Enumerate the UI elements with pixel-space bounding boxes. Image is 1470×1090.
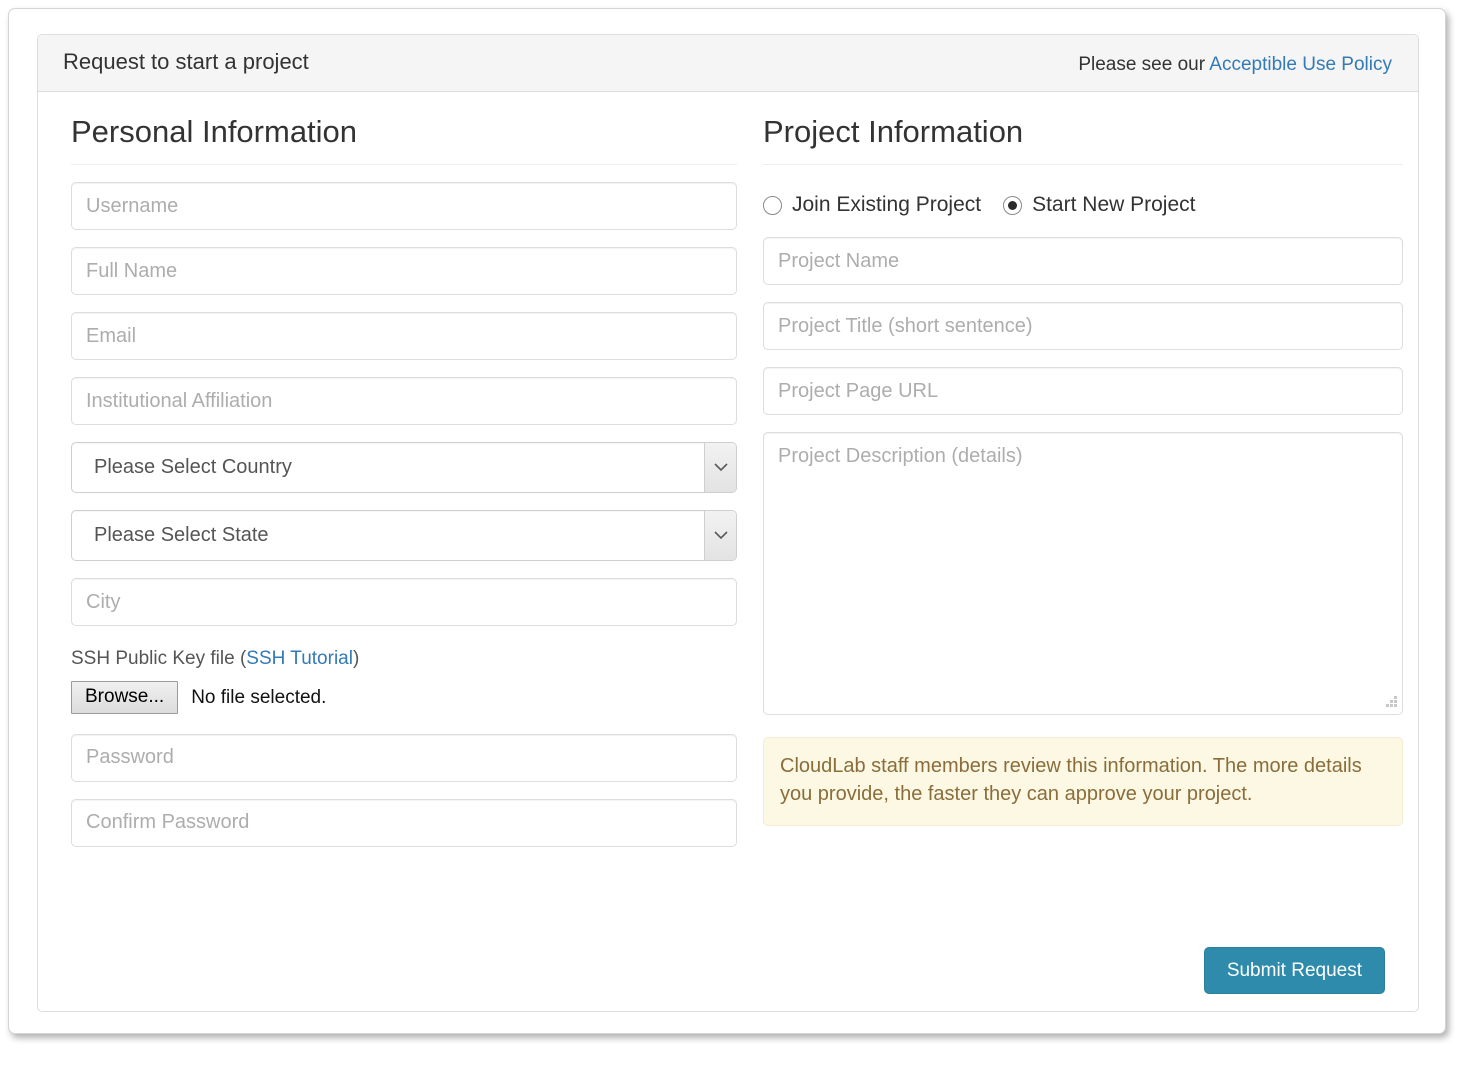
panel-heading: Request to start a project Please see ou… [38,35,1418,92]
radio-join-existing-project-label: Join Existing Project [792,193,982,217]
confirm-password-field-wrap [64,798,744,847]
acceptable-use-policy-link[interactable]: Acceptible Use Policy [1209,54,1392,75]
radio-checked-icon[interactable] [1003,195,1023,215]
project-page-url-input[interactable] [763,367,1403,416]
file-selected-status: No file selected. [191,686,327,708]
project-description-wrap [756,432,1410,716]
chevron-down-icon[interactable] [704,511,736,561]
radio-start-new-project[interactable]: Start New Project [1003,193,1195,217]
country-select-wrap: Please Select Country [64,442,744,494]
institutional-affiliation-input[interactable] [71,377,737,426]
state-select-wrap: Please Select State [64,510,744,562]
personal-information-heading: Personal Information [71,114,358,149]
browse-button[interactable]: Browse... [71,681,179,714]
submit-request-wrap: Submit Request [1203,947,1385,994]
project-name-input[interactable] [763,237,1403,286]
country-select-value: Please Select Country [94,456,292,479]
state-select-value: Please Select State [94,524,269,547]
acceptable-use-note-prefix: Please see our [1078,54,1210,75]
page-title: Request to start a project [63,49,309,74]
ssh-tutorial-link[interactable]: SSH Tutorial [246,648,353,669]
email-input[interactable] [71,312,737,361]
username-field-wrap [64,182,744,231]
request-project-panel: Request to start a project Please see ou… [37,34,1419,1012]
browser-page-frame: Request to start a project Please see ou… [8,8,1446,1034]
password-field-wrap [64,733,744,782]
project-information-heading: Project Information [763,114,1024,149]
full-name-input[interactable] [71,247,737,296]
staff-review-alert-wrap: CloudLab staff members review this infor… [756,737,1410,826]
project-information-column: Project Information Join Existing Projec… [756,92,1410,826]
project-title-input[interactable] [763,302,1403,351]
radio-join-existing-project[interactable]: Join Existing Project [763,193,981,217]
affiliation-field-wrap [64,377,744,426]
radio-start-new-project-label: Start New Project [1032,193,1196,217]
personal-section-divider [71,164,737,166]
city-field-wrap [64,578,744,627]
project-section-divider [763,164,1403,166]
project-url-field-wrap [756,367,1410,416]
ssh-label-suffix: ) [352,648,360,670]
state-select[interactable]: Please Select State [71,510,737,562]
submit-request-button[interactable]: Submit Request [1203,947,1385,994]
acceptable-use-note: Please see our Acceptible Use Policy [1078,54,1392,76]
country-select[interactable]: Please Select Country [71,442,737,494]
staff-review-alert: CloudLab staff members review this infor… [763,737,1403,826]
project-description-textarea[interactable] [763,432,1403,716]
username-input[interactable] [71,182,737,231]
radio-unchecked-icon[interactable] [763,195,782,215]
ssh-file-input-row: Browse... No file selected. [64,681,744,714]
personal-information-column: Personal Information Please Select Cou [64,92,744,847]
city-input[interactable] [71,578,737,627]
confirm-password-input[interactable] [71,798,737,847]
ssh-public-key-label: SSH Public Key file (SSH Tutorial) [64,648,744,670]
panel-body: Personal Information Please Select Cou [38,92,1418,1012]
email-field-wrap [64,312,744,361]
chevron-down-icon[interactable] [704,443,736,493]
password-input[interactable] [71,733,737,782]
fullname-field-wrap [64,247,744,296]
project-title-field-wrap [756,302,1410,351]
project-name-field-wrap [756,237,1410,286]
ssh-label-prefix: SSH Public Key file ( [71,648,247,670]
project-type-radio-group: Join Existing Project Start New Project [756,193,1410,217]
